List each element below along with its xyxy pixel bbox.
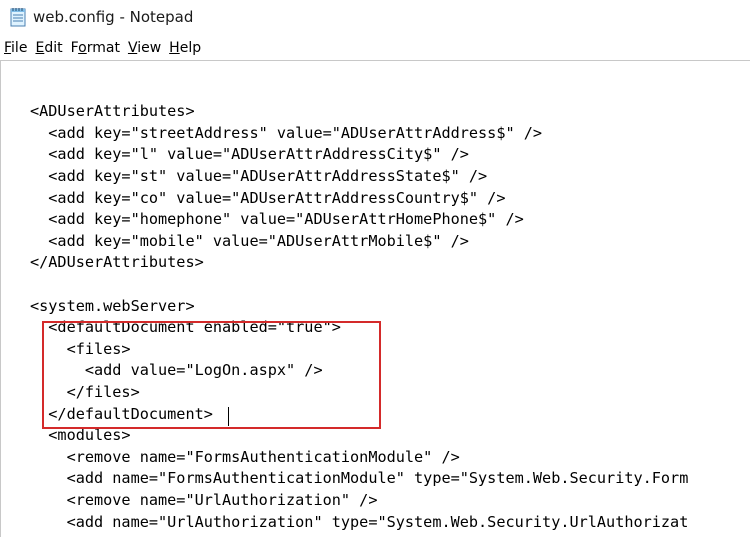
text-caret: [228, 407, 229, 426]
text-editor[interactable]: <ADUserAttributes> <add key="streetAddre…: [0, 60, 750, 537]
editor-line: <add key="mobile" value="ADUserAttrMobil…: [30, 232, 469, 250]
editor-line: <add key="co" value="ADUserAttrAddressCo…: [30, 189, 506, 207]
editor-line: <add key="l" value="ADUserAttrAddressCit…: [30, 145, 469, 163]
title-bar[interactable]: web.config - Notepad: [0, 0, 750, 36]
menu-bar: File Edit Format View Help: [0, 36, 750, 60]
menu-format[interactable]: Format: [68, 40, 123, 56]
window-title: web.config - Notepad: [33, 8, 194, 26]
highlight-box: [42, 321, 381, 429]
editor-line: <system.webServer>: [30, 297, 195, 315]
editor-line: <remove name="FormsAuthenticationModule"…: [30, 448, 460, 466]
editor-line: <ADUserAttributes>: [30, 102, 195, 120]
menu-file[interactable]: File: [1, 40, 30, 56]
editor-line: <add name="FormsAuthenticationModule" ty…: [30, 469, 689, 487]
menu-help[interactable]: Help: [166, 40, 204, 56]
menu-view[interactable]: View: [125, 40, 164, 56]
editor-line: <add key="homephone" value="ADUserAttrHo…: [30, 210, 524, 228]
editor-line: <remove name="UrlAuthorization" />: [30, 491, 378, 509]
editor-line: </ADUserAttributes>: [30, 253, 204, 271]
notepad-icon: [10, 8, 26, 27]
editor-line: <add name="UrlAuthorization" type="Syste…: [30, 513, 689, 531]
editor-line: <add key="streetAddress" value="ADUserAt…: [30, 124, 543, 142]
menu-edit[interactable]: Edit: [32, 40, 65, 56]
editor-line: <add key="st" value="ADUserAttrAddressSt…: [30, 167, 488, 185]
